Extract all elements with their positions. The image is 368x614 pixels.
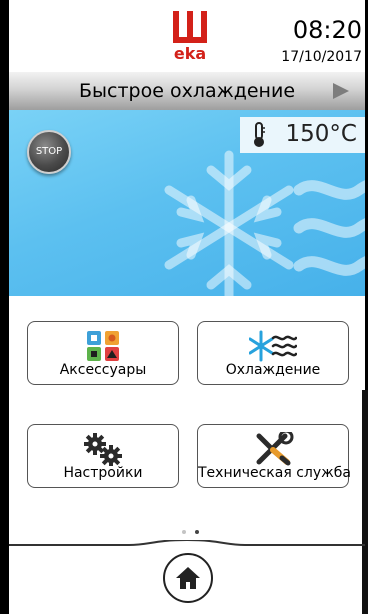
service-tools-icon	[256, 432, 294, 466]
tile-label-settings: Настройки	[63, 465, 143, 481]
left-bezel	[0, 0, 9, 614]
temperature-readout: 150°C	[240, 117, 365, 153]
home-button[interactable]	[163, 553, 213, 603]
title-bar: Быстрое охлаждение	[9, 72, 365, 110]
settings-gears-icon	[84, 433, 122, 466]
tile-settings[interactable]: Настройки	[27, 424, 179, 488]
brand-logo-mark	[173, 11, 207, 43]
clock-time: 08:20	[292, 16, 362, 44]
cycle-status-panel: STOP 150°C	[9, 110, 365, 296]
status-header: eka 08:20 17/10/2017	[9, 0, 365, 72]
page-indicator	[182, 519, 203, 538]
tile-label-service: Техническая служба	[198, 465, 351, 481]
brand-logo: eka	[171, 11, 209, 63]
page-title: Быстрое охлаждение	[78, 80, 296, 102]
snowflake-icon	[164, 150, 365, 296]
oven-screen: eka 08:20 17/10/2017 Быстрое охлаждение	[0, 0, 368, 614]
thermometer-icon	[254, 122, 265, 147]
home-icon	[176, 567, 200, 589]
page-dot-1[interactable]	[182, 530, 186, 534]
brand-name: eka	[173, 44, 207, 63]
cooling-icon	[249, 330, 297, 362]
page-dot-2[interactable]	[195, 530, 200, 534]
tile-accessories[interactable]: Аксессуары	[27, 321, 179, 385]
play-icon[interactable]	[333, 83, 349, 99]
tile-cooling[interactable]: Охлаждение	[197, 321, 349, 385]
tile-label-cooling: Охлаждение	[225, 362, 321, 378]
clock-date: 17/10/2017	[281, 49, 362, 65]
stop-button[interactable]: STOP	[27, 130, 71, 174]
temperature-value: 150°C	[285, 121, 357, 147]
tile-label-accessories: Аксессуары	[59, 362, 147, 378]
accessories-icon	[87, 331, 119, 361]
tile-service[interactable]: Техническая служба	[197, 424, 351, 488]
